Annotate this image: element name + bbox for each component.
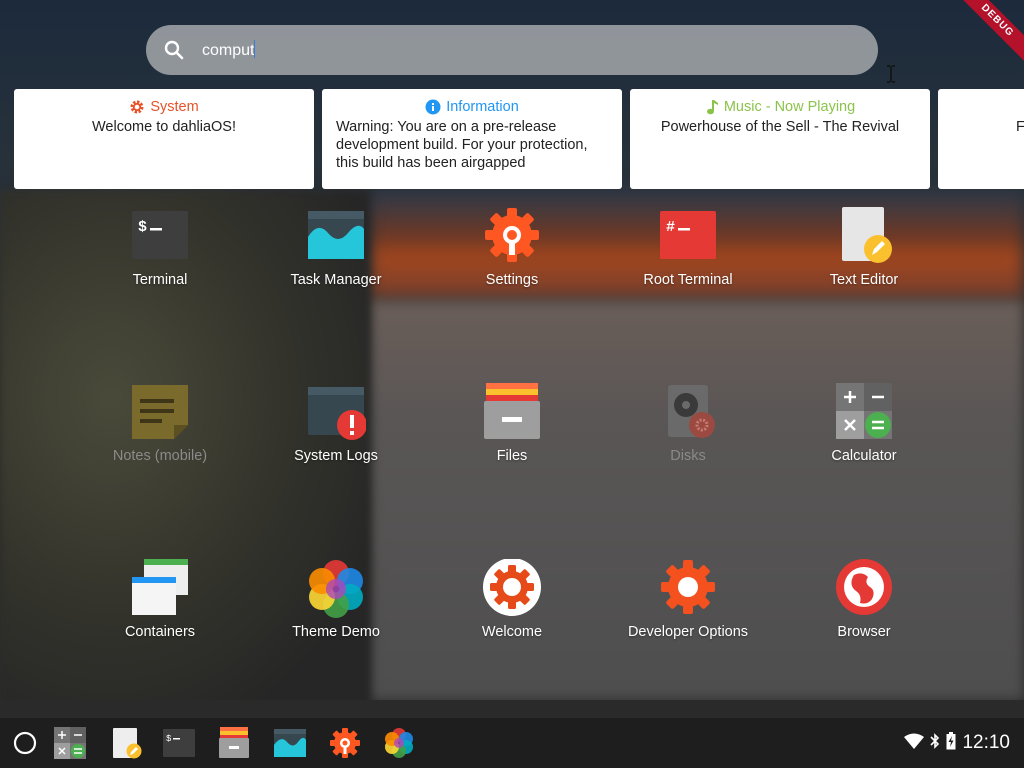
info-icon [425,99,441,115]
card-title: System [150,99,199,115]
svg-text:$: $ [138,219,147,236]
files-icon [482,383,542,443]
card-title: Information [446,99,519,115]
settings-icon[interactable] [329,727,361,759]
clock: 12:10 [962,732,1010,753]
card-body: F [1016,119,1024,135]
card-title: Music - Now Playing [723,99,856,115]
browser-icon [834,559,894,619]
text-editor-icon[interactable] [110,727,142,759]
app-label: Theme Demo [292,624,380,640]
settings-icon [482,207,542,267]
task-manager-icon [306,207,366,267]
card-body: Warning: You are on a pre-release develo… [336,119,588,171]
containers-icon [130,559,190,619]
system-logs-icon [306,383,367,443]
app-theme-demo[interactable]: Theme Demo [248,559,424,641]
terminal-icon[interactable]: $ [163,727,195,759]
app-label: Developer Options [627,624,749,640]
svg-text:#: # [666,219,675,236]
app-label: System Logs [294,448,378,464]
app-terminal[interactable]: $ Terminal [72,207,248,289]
battery-charging-icon [946,731,956,755]
app-browser[interactable]: Browser [776,559,952,641]
terminal-icon: $ [130,207,190,267]
app-label: Settings [485,272,539,288]
launcher-search-bar[interactable]: comput [146,25,895,83]
task-manager-icon[interactable] [274,727,306,759]
app-label: Welcome [481,624,543,640]
notification-card-information[interactable]: Information Warning: You are on a pre-re… [322,89,622,189]
search-input[interactable]: comput [202,40,256,61]
app-label: Calculator [831,448,897,464]
app-label: Containers [124,624,196,640]
music-note-icon [705,99,719,115]
app-label: Browser [837,624,891,640]
app-welcome[interactable]: Welcome [424,558,600,641]
app-containers[interactable]: Containers [72,559,248,641]
app-label: Files [496,448,528,464]
notification-card-music[interactable]: Music - Now Playing Powerhouse of the Se… [630,89,930,189]
app-label: Disks [670,448,706,464]
app-files[interactable]: Files [424,383,600,465]
app-task-manager[interactable]: Task Manager [248,207,424,289]
app-label: Notes (mobile) [112,448,208,464]
app-settings[interactable]: Settings [424,207,600,289]
app-label: Root Terminal [643,272,733,288]
notes-icon [130,383,190,443]
files-icon[interactable] [218,727,250,759]
card-body: Powerhouse of the Sell - The Revival [660,119,900,135]
card-body: Welcome to dahliaOS! [92,119,236,135]
app-disks[interactable]: Disks [600,383,776,465]
app-label: Text Editor [829,272,899,288]
theme-demo-icon[interactable] [383,727,415,759]
disks-icon [658,383,718,443]
app-root-terminal[interactable]: # Root Terminal [600,207,776,289]
wifi-icon [904,733,925,754]
bluetooth-icon [930,732,940,754]
app-notes-mobile[interactable]: Notes (mobile) [72,383,248,465]
taskbar: $ 12:10 [0,718,1024,768]
notification-card-system[interactable]: System Welcome to dahliaOS! [14,89,314,189]
search-icon [164,40,184,60]
app-developer-options[interactable]: Developer Options [600,559,776,641]
app-calculator[interactable]: Calculator [776,383,952,465]
text-cursor-icon [884,65,898,88]
system-tray[interactable]: 12:10 [904,731,1010,755]
calculator-icon[interactable] [54,727,86,759]
app-label: Task Manager [290,272,382,288]
app-text-editor[interactable]: Text Editor [776,207,952,289]
welcome-icon [482,558,542,619]
notification-card-partial[interactable]: F [938,89,1024,189]
svg-text:$: $ [166,734,172,744]
app-label: Terminal [132,272,188,288]
theme-demo-icon [306,559,366,619]
gear-icon [129,99,145,115]
app-system-logs[interactable]: System Logs [248,383,424,465]
launcher-button[interactable] [9,727,41,759]
root-terminal-icon: # [658,207,718,267]
text-editor-icon [834,207,894,267]
developer-options-icon [658,559,718,619]
calculator-icon [834,383,894,443]
